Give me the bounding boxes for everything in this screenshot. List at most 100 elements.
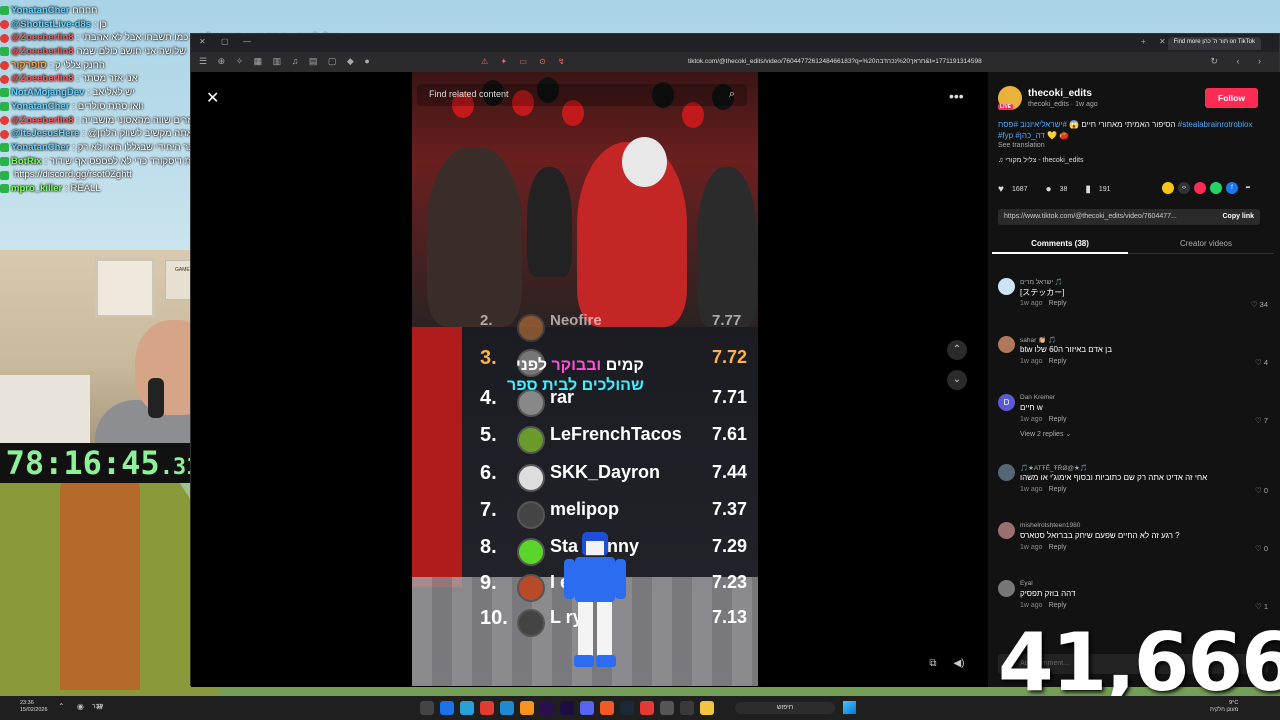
- app-icon[interactable]: [660, 701, 674, 715]
- app-icon[interactable]: [420, 701, 434, 715]
- bookmark-icon[interactable]: ▮: [1085, 184, 1091, 195]
- url-field[interactable]: tiktok.com/@thecoki_edits/video/76044772…: [688, 58, 982, 65]
- reply-button[interactable]: Reply: [1049, 486, 1067, 493]
- close-video-icon[interactable]: ✕: [206, 88, 219, 108]
- commenter-avatar[interactable]: [998, 464, 1015, 481]
- author-name[interactable]: thecoki_edits: [1028, 88, 1092, 99]
- webcam-window: [95, 258, 155, 318]
- copy-link-button[interactable]: Copy link: [1216, 213, 1254, 220]
- commenter-name[interactable]: sahar 👏🏼 🎵: [1020, 336, 1056, 344]
- window-maximize-icon[interactable]: ▢: [221, 37, 229, 46]
- related-search-bar[interactable]: Find related content ⌕: [417, 84, 747, 106]
- chat-username: YonatanCher: [11, 100, 70, 112]
- tab-comments[interactable]: Comments (38): [992, 234, 1128, 254]
- discord-icon[interactable]: [580, 701, 594, 715]
- commenter-avatar[interactable]: [998, 522, 1015, 539]
- commenter-name[interactable]: Dan Kremer: [1020, 394, 1055, 401]
- follow-button[interactable]: Follow: [1205, 88, 1258, 108]
- leaderboard-rank: 6.: [480, 462, 497, 484]
- commenter-avatar[interactable]: [998, 580, 1015, 597]
- comment-like-button[interactable]: ♡ 34: [1251, 300, 1268, 309]
- premiere-icon[interactable]: [560, 701, 574, 715]
- next-video-icon[interactable]: ⌄: [947, 370, 967, 390]
- heart-icon[interactable]: ♥: [998, 184, 1004, 195]
- facebook-icon[interactable]: f: [1226, 182, 1238, 194]
- leaderboard-row: 5. LeFrenchTacos 7.61: [412, 424, 758, 456]
- comment-like-button[interactable]: ♡ 0: [1255, 486, 1268, 495]
- leaderboard-rank: 3.: [480, 347, 497, 369]
- share-url: https://www.tiktok.com/@thecoki_edits/vi…: [1004, 213, 1177, 220]
- commenter-name[interactable]: 🎵★ATŦĚ_ŦŔØ@★🎵: [1020, 464, 1088, 472]
- comment-meta: 1w ago Reply: [1020, 416, 1066, 423]
- taskbar-clock[interactable]: 23:36 15/02/2026: [20, 700, 48, 714]
- app-icon[interactable]: [480, 701, 494, 715]
- pip-icon[interactable]: ⧉: [923, 654, 943, 674]
- comment-like-button[interactable]: ♡ 4: [1255, 358, 1268, 367]
- comment-like-button[interactable]: ♡ 0: [1255, 544, 1268, 553]
- reply-button[interactable]: Reply: [1049, 358, 1067, 365]
- reply-button[interactable]: Reply: [1049, 544, 1067, 551]
- window-close-icon[interactable]: ✕: [199, 37, 206, 46]
- video-player[interactable]: Find related content ⌕ 2. Neofire 7.77 3. 7.…: [412, 72, 758, 686]
- commenter-avatar[interactable]: D: [998, 394, 1015, 411]
- search-icon[interactable]: ⌕: [729, 88, 735, 101]
- file-explorer-icon[interactable]: [700, 701, 714, 715]
- language-indicator[interactable]: עבר: [92, 703, 103, 710]
- saves-count: 191: [1098, 186, 1111, 193]
- comment-like-button[interactable]: ♡ 1: [1255, 602, 1268, 611]
- steam-icon[interactable]: [620, 701, 634, 715]
- comment-like-button[interactable]: ♡ 7: [1255, 416, 1268, 425]
- extension-icons[interactable]: ⚠ ✦ ▭ ⊙ ↯: [481, 57, 570, 66]
- player-score: 7.44: [712, 462, 748, 482]
- commenter-name[interactable]: Eyal: [1020, 580, 1033, 587]
- volume-icon[interactable]: ◀): [949, 654, 969, 674]
- reply-button[interactable]: Reply: [1049, 602, 1067, 609]
- commenter-name[interactable]: mishelrotshteen1980: [1020, 522, 1080, 529]
- send-icon[interactable]: [1194, 182, 1206, 194]
- more-options-icon[interactable]: •••: [949, 88, 964, 104]
- app-icon[interactable]: [440, 701, 454, 715]
- new-tab-icon[interactable]: +: [1141, 37, 1146, 46]
- tab-creator-videos[interactable]: Creator videos: [1138, 234, 1274, 254]
- previous-video-icon[interactable]: ⌃: [947, 340, 967, 360]
- comment-icon[interactable]: ●: [1046, 184, 1052, 195]
- nav-icons[interactable]: ↻ ‹ ›: [1210, 56, 1269, 67]
- comment-text: חיים w: [1020, 403, 1043, 412]
- commenter-name[interactable]: ישראל מרים 🎵: [1020, 278, 1063, 286]
- share-arrow-icon[interactable]: ➦: [1242, 182, 1254, 194]
- toolbar-icons[interactable]: ☰ ⊕ ✧ ▦ ▥ ♫ ▤ ▢ ◆ ●: [199, 56, 374, 67]
- app-icon[interactable]: [500, 701, 514, 715]
- weather-widget[interactable]: 9°C מעונן חלקית: [1210, 700, 1238, 714]
- app-icon[interactable]: [460, 701, 474, 715]
- share-url-box[interactable]: https://www.tiktok.com/@thecoki_edits/vi…: [998, 209, 1260, 225]
- after-effects-icon[interactable]: [540, 701, 554, 715]
- player-avatar: [517, 464, 545, 492]
- comment-time: 1w ago: [1020, 416, 1043, 423]
- chat-username: @ItsJesusHere: [11, 128, 80, 140]
- app-icon[interactable]: [600, 701, 614, 715]
- embed-icon[interactable]: ‹›: [1178, 182, 1190, 194]
- commenter-avatar[interactable]: [998, 278, 1015, 295]
- tab-close-icon[interactable]: ✕: [1159, 37, 1166, 46]
- view-replies-button[interactable]: View 2 replies ⌄: [1020, 430, 1071, 438]
- app-icon[interactable]: [680, 701, 694, 715]
- headphones: [622, 137, 667, 187]
- reply-button[interactable]: Reply: [1049, 416, 1067, 423]
- comments-count: 38: [1059, 186, 1068, 193]
- browser-tab-tiktok[interactable]: Find more תור ה' כהן on TikTok: [1167, 37, 1261, 50]
- taskbar-search[interactable]: חיפוש: [735, 702, 835, 714]
- chat-text: שלושה אני חושב כולם שמה: [76, 46, 187, 58]
- live-badge: LIVE: [998, 104, 1014, 110]
- app-icon[interactable]: [520, 701, 534, 715]
- coin-share-icon[interactable]: [1162, 182, 1174, 194]
- comment-meta: 1w ago Reply: [1020, 544, 1066, 551]
- brave-icon[interactable]: [640, 701, 654, 715]
- window-minimize-icon[interactable]: —: [243, 37, 251, 46]
- commenter-avatar[interactable]: [998, 336, 1015, 353]
- whatsapp-icon[interactable]: [1210, 182, 1222, 194]
- windows-start-icon[interactable]: [843, 701, 856, 714]
- reply-button[interactable]: Reply: [1049, 300, 1067, 307]
- chat-text: : כן: [94, 18, 107, 30]
- see-translation-link[interactable]: See translation: [998, 142, 1045, 149]
- music-link[interactable]: ♫ צליל מקורי - thecoki_edits: [998, 157, 1084, 164]
